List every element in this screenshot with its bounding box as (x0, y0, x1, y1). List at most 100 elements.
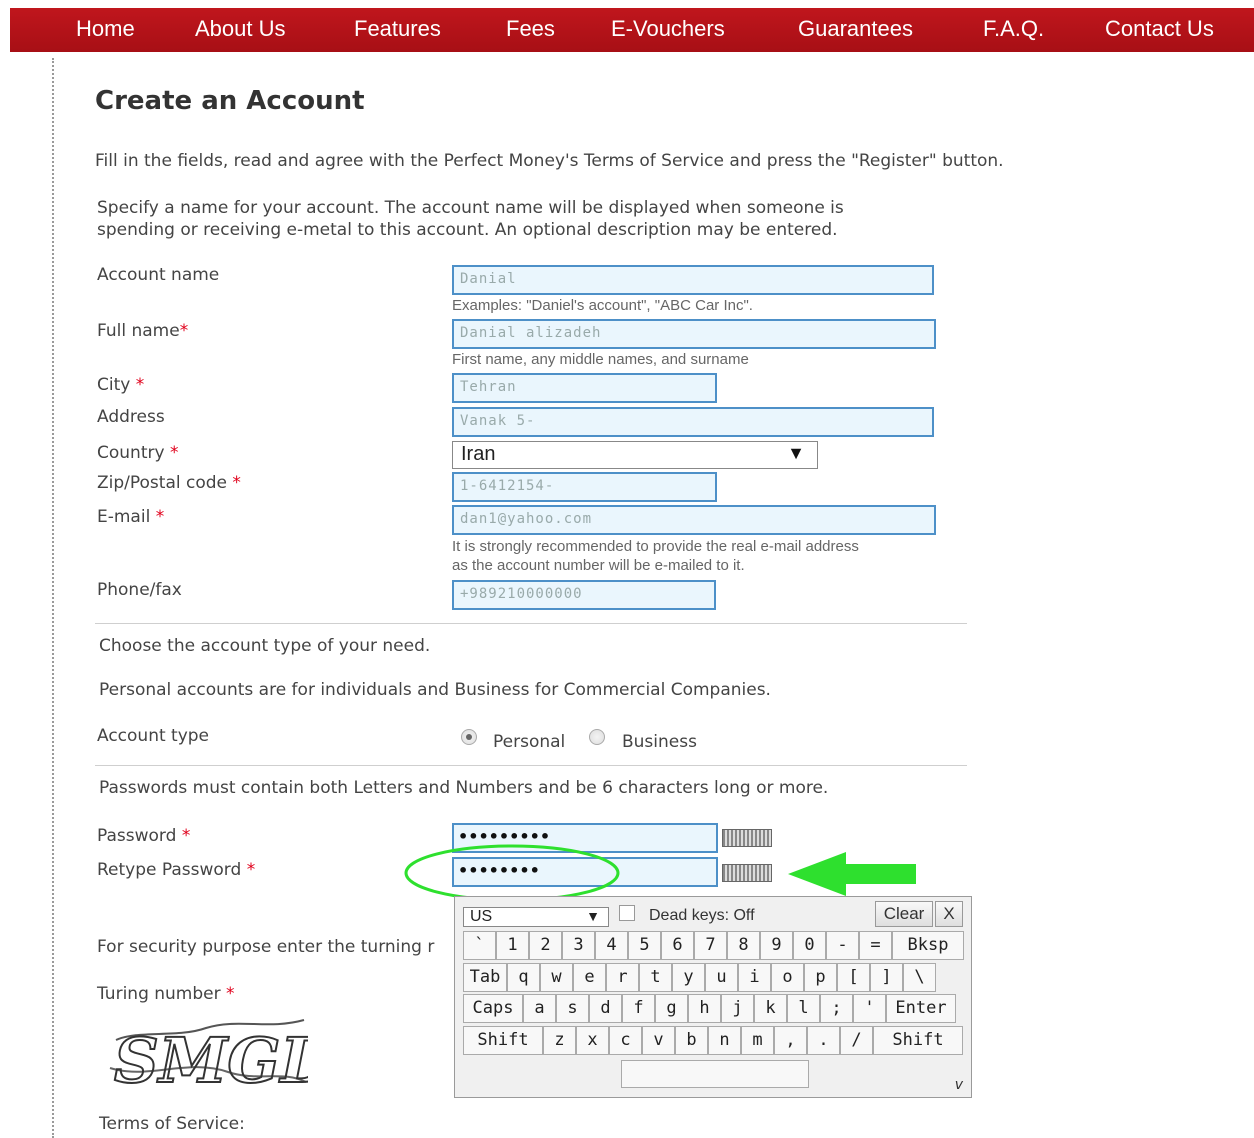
key-char[interactable]: d (589, 994, 622, 1023)
key-char[interactable]: 1 (496, 931, 529, 960)
nav-faq[interactable]: F.A.Q. (983, 16, 1044, 42)
key-char[interactable]: ] (870, 963, 903, 992)
captcha-text: SMGD (114, 1024, 308, 1097)
full-name-label: Full name* (97, 321, 189, 341)
nav-contact-us[interactable]: Contact Us (1105, 16, 1214, 42)
password-label: Password * (97, 826, 191, 846)
key-caps[interactable]: Caps (463, 994, 523, 1023)
key-char[interactable]: k (754, 994, 787, 1023)
key-char[interactable]: [ (837, 963, 870, 992)
email-input[interactable]: dan1@yahoo.com (452, 505, 936, 535)
key-char[interactable]: m (741, 1026, 774, 1055)
key-char[interactable]: ; (820, 994, 853, 1023)
key-char[interactable]: ` (463, 931, 496, 960)
key-char[interactable]: v (642, 1026, 675, 1055)
key-shift[interactable]: Shift (463, 1026, 543, 1055)
address-label: Address (97, 407, 165, 427)
key-char[interactable]: p (804, 963, 837, 992)
phone-input[interactable]: +989210000000 (452, 580, 716, 610)
key-char[interactable]: e (573, 963, 606, 992)
key-char[interactable]: 0 (793, 931, 826, 960)
key-char[interactable]: w (540, 963, 573, 992)
nav-fees[interactable]: Fees (506, 16, 555, 42)
country-select[interactable]: Iran ▼ (452, 441, 818, 469)
page-title: Create an Account (95, 86, 365, 116)
key-char[interactable]: u (705, 963, 738, 992)
key-char[interactable]: = (859, 931, 892, 960)
key-char[interactable]: n (708, 1026, 741, 1055)
nav-home[interactable]: Home (76, 16, 135, 42)
keyboard-clear-button[interactable]: Clear (875, 901, 933, 927)
dropdown-arrow-icon: ▼ (787, 443, 805, 463)
key-char[interactable]: 9 (760, 931, 793, 960)
account-name-label: Account name (97, 265, 220, 285)
key-enter[interactable]: Enter (886, 994, 956, 1023)
key-char[interactable]: 4 (595, 931, 628, 960)
key-char[interactable]: z (543, 1026, 576, 1055)
key-char[interactable]: . (807, 1026, 840, 1055)
keyboard-layout-select[interactable]: US ▼ (463, 907, 609, 927)
account-name-input[interactable]: Danial (452, 265, 934, 295)
key-char[interactable]: b (675, 1026, 708, 1055)
business-radio[interactable] (589, 729, 605, 745)
turing-label: Turing number * (97, 984, 235, 1004)
key-char[interactable]: l (787, 994, 820, 1023)
zip-input[interactable]: 1-6412154- (452, 472, 717, 502)
key-char[interactable]: \ (903, 963, 936, 992)
account-type-choose-text: Choose the account type of your need. (99, 636, 431, 656)
key-char[interactable]: a (523, 994, 556, 1023)
password-rules: Passwords must contain both Letters and … (99, 778, 829, 798)
address-input[interactable]: Vanak 5- (452, 407, 934, 437)
nav-guarantees[interactable]: Guarantees (798, 16, 913, 42)
key-char[interactable]: h (688, 994, 721, 1023)
account-name-hint: Examples: "Daniel's account", "ABC Car I… (452, 297, 753, 314)
keyboard-icon[interactable] (722, 864, 772, 882)
key-space[interactable] (621, 1060, 809, 1088)
keyboard-close-button[interactable]: X (935, 901, 963, 927)
key-char[interactable]: y (672, 963, 705, 992)
key-tab[interactable]: Tab (463, 963, 507, 992)
key-char[interactable]: s (556, 994, 589, 1023)
key-char[interactable]: , (774, 1026, 807, 1055)
dead-keys-label: Dead keys: Off (649, 907, 755, 924)
key-char[interactable]: / (840, 1026, 873, 1055)
keyboard-icon[interactable] (722, 829, 772, 847)
divider (95, 623, 967, 624)
key-shift[interactable]: Shift (873, 1026, 963, 1055)
nav-e-vouchers[interactable]: E-Vouchers (611, 16, 725, 42)
key-char[interactable]: 7 (694, 931, 727, 960)
key-char[interactable]: c (609, 1026, 642, 1055)
intro-text: Fill in the fields, read and agree with … (95, 151, 1004, 171)
key-char[interactable]: f (622, 994, 655, 1023)
key-char[interactable]: g (655, 994, 688, 1023)
key-char[interactable]: ' (853, 994, 886, 1023)
required-mark: * (155, 507, 165, 527)
key-char[interactable]: q (507, 963, 540, 992)
key-char[interactable]: j (721, 994, 754, 1023)
nav-features[interactable]: Features (354, 16, 441, 42)
key-char[interactable]: x (576, 1026, 609, 1055)
annotation-arrow-icon (788, 852, 916, 896)
country-label: Country * (97, 443, 179, 463)
zip-label: Zip/Postal code * (97, 473, 241, 493)
key-char[interactable]: 3 (562, 931, 595, 960)
key-char[interactable]: 5 (628, 931, 661, 960)
country-selected-value: Iran (461, 443, 496, 465)
key-char[interactable]: t (639, 963, 672, 992)
dead-keys-checkbox[interactable] (619, 905, 635, 921)
key-char[interactable]: i (738, 963, 771, 992)
key-char[interactable]: o (771, 963, 804, 992)
personal-radio[interactable] (461, 729, 477, 745)
email-label: E-mail * (97, 507, 165, 527)
full-name-hint: First name, any middle names, and surnam… (452, 351, 749, 368)
key-char[interactable]: r (606, 963, 639, 992)
key-char[interactable]: 2 (529, 931, 562, 960)
key-char[interactable]: - (826, 931, 859, 960)
key-bksp[interactable]: Bksp (892, 931, 964, 960)
key-char[interactable]: 8 (727, 931, 760, 960)
nav-about-us[interactable]: About Us (195, 16, 286, 42)
city-input[interactable]: Tehran (452, 373, 717, 403)
full-name-input[interactable]: Danial alizadeh (452, 319, 936, 349)
required-mark: * (181, 826, 191, 846)
key-char[interactable]: 6 (661, 931, 694, 960)
